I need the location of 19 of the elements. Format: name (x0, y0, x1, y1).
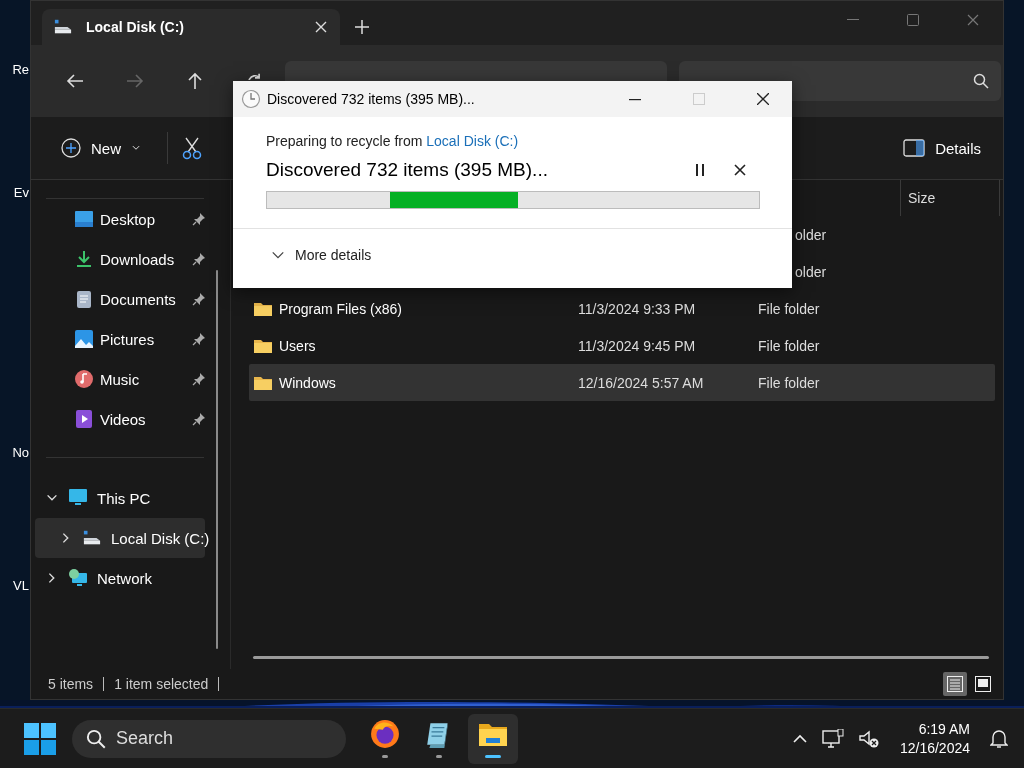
type-cell: older (795, 226, 827, 243)
desktop-icon-label: No (12, 445, 29, 460)
desktop-icon-label: VL (13, 578, 29, 593)
date-cell-text: 12/16/2024 5:57 AM (578, 374, 705, 391)
progress-heading: Discovered 732 items (395 MB)... (266, 159, 549, 181)
date-cell-text: 11/3/2024 9:45 PM (578, 337, 697, 354)
type-cell: File folder (758, 374, 820, 391)
source-text: Preparing to recycle from Local Disk (C:) (266, 133, 520, 149)
desktop-icon-label: Re (12, 62, 29, 77)
type-cell: File folder (758, 337, 820, 354)
file-name: Program Files (x86) (279, 300, 402, 317)
type-cell: File folder (758, 300, 820, 317)
item-count: 5 items (48, 677, 105, 691)
date-cell-text: 11/3/2024 9:33 PM (578, 300, 697, 317)
dialog-title: Discovered 732 items (395 MB)... (267, 91, 476, 107)
file-name: Users (279, 337, 316, 354)
file-name: Windows (279, 374, 336, 391)
selection-count: 1 item selected (114, 677, 220, 691)
desktop-icon-label: Ev (13, 185, 29, 200)
